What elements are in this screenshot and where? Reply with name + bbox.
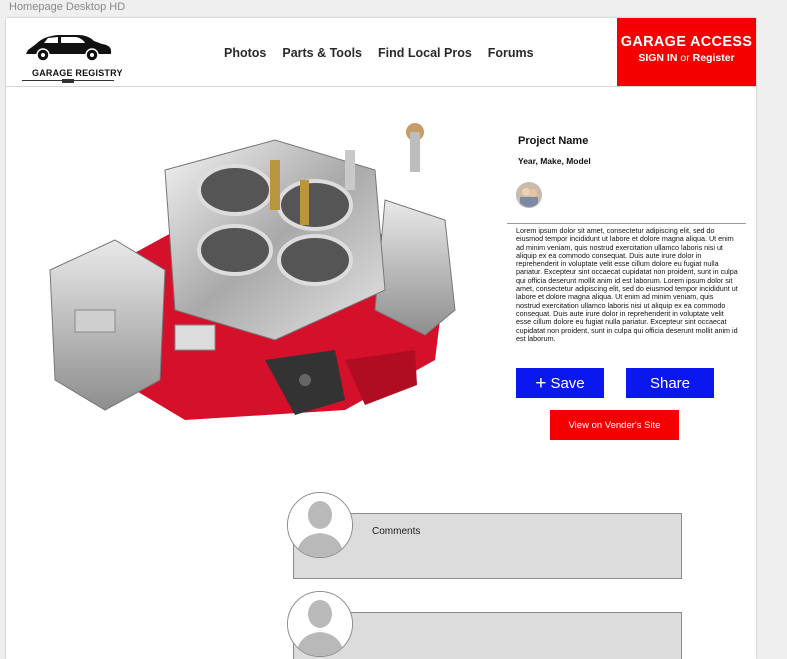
view-vendor-site-button[interactable]: View on Vender's Site [550,410,679,440]
nav-parts-tools[interactable]: Parts & Tools [282,46,362,60]
garage-access-title: GARAGE ACCESS [620,34,753,50]
carburetor-image [49,123,456,420]
register-link[interactable]: Register [693,52,735,64]
share-label: Share [649,374,691,392]
save-label: Save [550,374,585,392]
page-frame: GARAGE REGISTRY Photos Parts & Tools Fin… [6,18,756,659]
year-make-model: Year, Make, Model [518,156,591,166]
comments-label: Comments [372,526,421,537]
owner-avatar[interactable] [516,182,542,208]
user-silhouette-icon [288,592,352,656]
save-button[interactable]: + Save [516,368,604,398]
nav-find-local-pros[interactable]: Find Local Pros [378,46,472,60]
garage-access-links: SIGN IN or Register [617,52,756,64]
project-description: Lorem ipsum dolor sit amet, consectetur … [516,226,738,343]
nav-photos[interactable]: Photos [224,46,266,60]
sign-in-link[interactable]: SIGN IN [638,52,677,64]
vendor-label: View on Vender's Site [568,419,661,431]
plus-icon: + [535,372,547,394]
artboard-label: Homepage Desktop HD [9,1,126,13]
site-logo[interactable]: GARAGE REGISTRY [18,26,122,83]
product-image[interactable] [45,110,456,441]
nav-forums[interactable]: Forums [488,46,534,60]
info-divider [507,223,746,224]
commenter-avatar [287,492,353,558]
garage-access-box: GARAGE ACCESS SIGN IN or Register [617,18,756,86]
site-header: GARAGE REGISTRY Photos Parts & Tools Fin… [6,18,756,87]
car-logo-icon [26,35,111,62]
avatar-photo-icon [517,183,541,207]
project-name: Project Name [518,135,589,147]
logo-text: GARAGE REGISTRY [32,68,123,78]
user-silhouette-icon [288,493,352,557]
logo-underline-icon [22,79,114,83]
main-nav: Photos Parts & Tools Find Local Pros For… [224,46,550,60]
share-button[interactable]: Share [626,368,714,398]
or-text: or [680,52,690,64]
commenter-avatar [287,591,353,657]
